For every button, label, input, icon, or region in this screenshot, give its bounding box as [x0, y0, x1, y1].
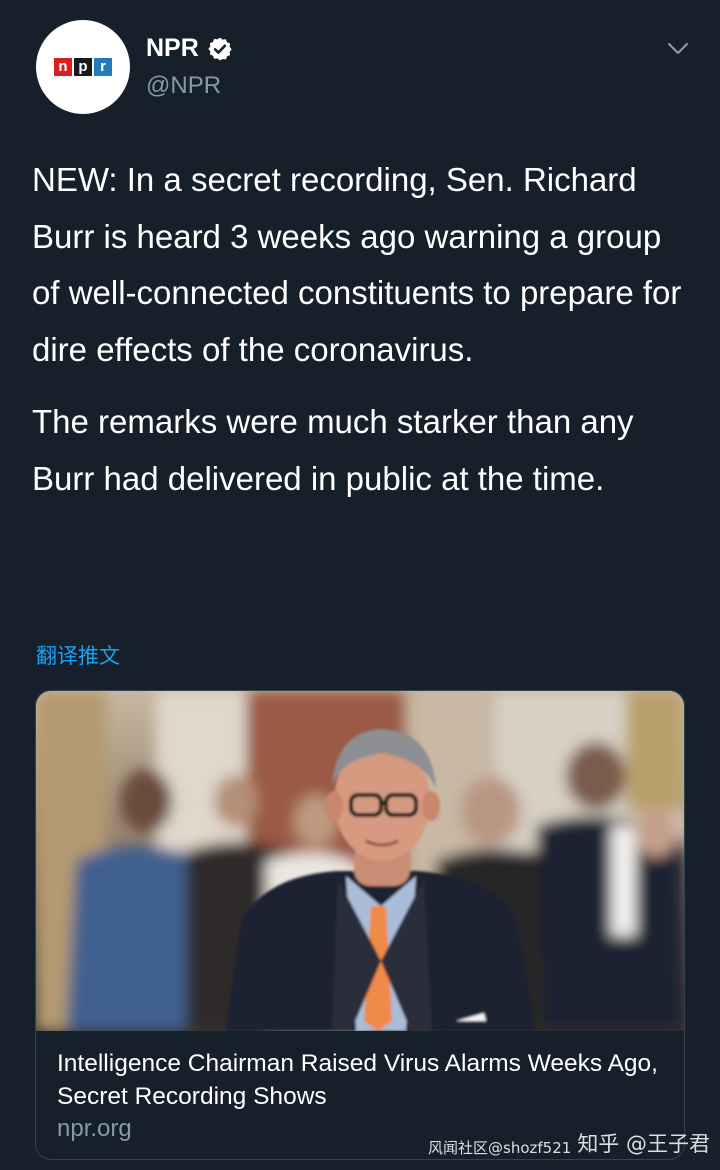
author-name[interactable]: NPR	[146, 34, 199, 63]
watermark-main: 知乎 @王子君	[577, 1132, 710, 1156]
watermark-sub: 风闻社区@shozf521	[428, 1139, 572, 1157]
article-photo	[36, 691, 684, 1031]
author-handle[interactable]: @NPR	[146, 72, 221, 100]
logo-letter-r: r	[94, 58, 112, 76]
logo-letter-p: p	[74, 58, 92, 76]
watermark: 风闻社区@shozf521 知乎 @王子君	[428, 1128, 710, 1158]
tweet-text: NEW: In a secret recording, Sen. Richard…	[32, 152, 692, 507]
npr-logo: n p r	[54, 58, 112, 76]
link-card[interactable]: Intelligence Chairman Raised Virus Alarm…	[35, 690, 685, 1160]
avatar[interactable]: n p r	[36, 20, 130, 114]
chevron-down-icon[interactable]	[666, 40, 690, 58]
verified-badge-icon	[208, 37, 232, 60]
card-domain[interactable]: npr.org	[57, 1115, 132, 1143]
tweet-paragraph-1: NEW: In a secret recording, Sen. Richard…	[32, 161, 682, 368]
author-name-row[interactable]: NPR	[146, 34, 233, 63]
translate-tweet-link[interactable]: 翻译推文	[36, 640, 120, 670]
logo-letter-n: n	[54, 58, 72, 76]
card-title[interactable]: Intelligence Chairman Raised Virus Alarm…	[57, 1047, 667, 1113]
tweet-paragraph-2: The remarks were much starker than any B…	[32, 403, 634, 497]
